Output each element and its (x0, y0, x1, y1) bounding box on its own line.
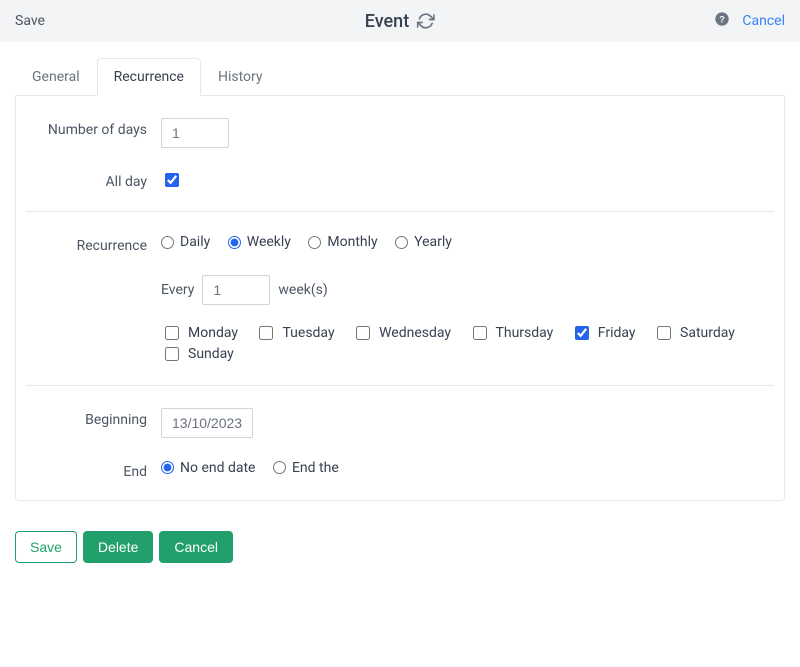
footer-buttons: Save Delete Cancel (15, 531, 785, 563)
day-monday-checkbox[interactable] (165, 326, 179, 340)
day-monday[interactable]: Monday (161, 323, 238, 343)
day-friday[interactable]: Friday (571, 323, 636, 343)
day-wednesday[interactable]: Wednesday (352, 323, 451, 343)
day-thursday[interactable]: Thursday (469, 323, 554, 343)
delete-button[interactable]: Delete (83, 531, 153, 563)
recurrence-monthly-radio[interactable] (308, 236, 321, 249)
end-label: End (26, 458, 161, 480)
end-no-end[interactable]: No end date (161, 460, 255, 476)
recurrence-monthly[interactable]: Monthly (308, 234, 377, 250)
day-thursday-label: Thursday (496, 325, 554, 341)
recurrence-panel: Number of days All day Recurrence Daily (15, 96, 785, 501)
help-icon[interactable]: ? (714, 11, 730, 31)
day-wednesday-checkbox[interactable] (356, 326, 370, 340)
beginning-label: Beginning (26, 406, 161, 428)
recurrence-daily-radio[interactable] (161, 236, 174, 249)
day-saturday-checkbox[interactable] (657, 326, 671, 340)
header-cancel-link[interactable]: Cancel (742, 13, 785, 29)
recurrence-daily[interactable]: Daily (161, 234, 210, 250)
day-tuesday-label: Tuesday (282, 325, 334, 341)
every-suffix: week(s) (278, 282, 327, 298)
day-wednesday-label: Wednesday (379, 325, 451, 341)
cancel-button[interactable]: Cancel (159, 531, 233, 563)
recurrence-daily-label: Daily (180, 234, 210, 250)
day-saturday[interactable]: Saturday (653, 323, 735, 343)
tab-general[interactable]: General (15, 58, 97, 96)
divider (26, 211, 774, 212)
day-friday-label: Friday (598, 325, 636, 341)
modal-header: Save Event ? Cancel (0, 0, 800, 42)
recurrence-yearly-radio[interactable] (395, 236, 408, 249)
recurrence-monthly-label: Monthly (327, 234, 377, 250)
recurrence-yearly-label: Yearly (414, 234, 452, 250)
end-no-end-radio[interactable] (161, 461, 174, 474)
day-saturday-label: Saturday (680, 325, 735, 341)
tabs: General Recurrence History (15, 57, 785, 96)
number-of-days-label: Number of days (26, 116, 161, 138)
every-weeks-input[interactable] (202, 275, 270, 305)
modal-title-wrap: Event (365, 11, 435, 32)
all-day-label: All day (26, 168, 161, 190)
day-friday-checkbox[interactable] (575, 326, 589, 340)
save-button[interactable]: Save (15, 531, 77, 563)
day-monday-label: Monday (188, 325, 238, 341)
header-save-link[interactable]: Save (15, 13, 45, 29)
end-the[interactable]: End the (273, 460, 339, 476)
beginning-input[interactable] (161, 408, 253, 438)
recurrence-weekly-label: Weekly (247, 234, 291, 250)
recurrence-yearly[interactable]: Yearly (395, 234, 452, 250)
day-thursday-checkbox[interactable] (473, 326, 487, 340)
day-tuesday-checkbox[interactable] (259, 326, 273, 340)
day-sunday-checkbox[interactable] (165, 347, 179, 361)
recurrence-weekly-radio[interactable] (228, 236, 241, 249)
all-day-checkbox[interactable] (165, 173, 179, 187)
tab-history[interactable]: History (201, 58, 280, 96)
recurrence-weekly[interactable]: Weekly (228, 234, 291, 250)
every-prefix: Every (161, 282, 194, 298)
day-sunday[interactable]: Sunday (161, 344, 234, 364)
day-tuesday[interactable]: Tuesday (255, 323, 334, 343)
end-no-end-label: No end date (180, 460, 255, 476)
number-of-days-input[interactable] (161, 118, 229, 148)
recurrence-label: Recurrence (26, 232, 161, 254)
svg-text:?: ? (720, 14, 726, 24)
recurrence-icon (417, 12, 435, 30)
end-the-label: End the (292, 460, 339, 476)
modal-title: Event (365, 11, 409, 32)
day-sunday-label: Sunday (188, 346, 234, 362)
end-the-radio[interactable] (273, 461, 286, 474)
tab-recurrence[interactable]: Recurrence (97, 58, 201, 96)
divider (26, 385, 774, 386)
